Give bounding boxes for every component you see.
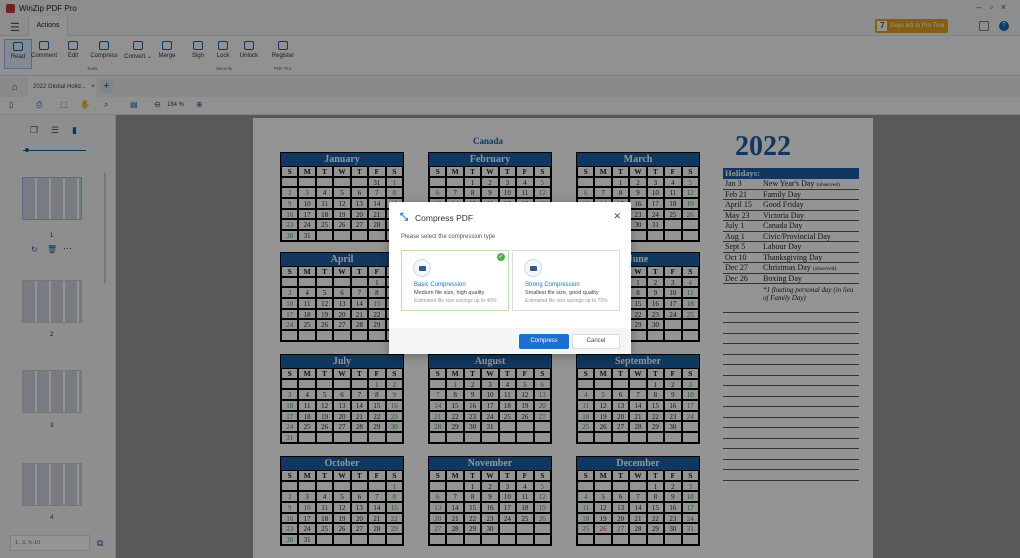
compress-pdf-dialog: ⤡ Compress PDF ✕ Please select the compr… — [389, 202, 631, 354]
option-desc: Smallest file size, good quality — [525, 290, 599, 296]
dialog-footer: Compress Cancel — [389, 328, 631, 354]
option-title: Basic Compression — [414, 282, 466, 288]
option-title: Strong Compression — [525, 282, 580, 288]
selected-check-icon: ✓ — [497, 253, 505, 261]
option-savings: Estimated file size savings up to 75% — [525, 298, 608, 304]
strong-compression-option[interactable]: Strong Compression Smallest file size, g… — [512, 250, 620, 311]
cancel-button[interactable]: Cancel — [572, 334, 620, 349]
file-compress-icon — [413, 259, 431, 277]
option-desc: Medium file size, high quality — [414, 290, 485, 296]
basic-compression-option[interactable]: ✓ Basic Compression Medium file size, hi… — [401, 250, 509, 311]
dialog-title: Compress PDF — [415, 213, 474, 223]
compress-icon: ⤡ — [400, 212, 408, 223]
dialog-subtitle: Please select the compression type — [401, 234, 496, 240]
file-compress-icon — [524, 259, 542, 277]
option-savings: Estimated file size savings up to 40% — [414, 298, 497, 304]
compress-button[interactable]: Compress — [519, 334, 569, 349]
close-icon[interactable]: ✕ — [613, 211, 621, 222]
